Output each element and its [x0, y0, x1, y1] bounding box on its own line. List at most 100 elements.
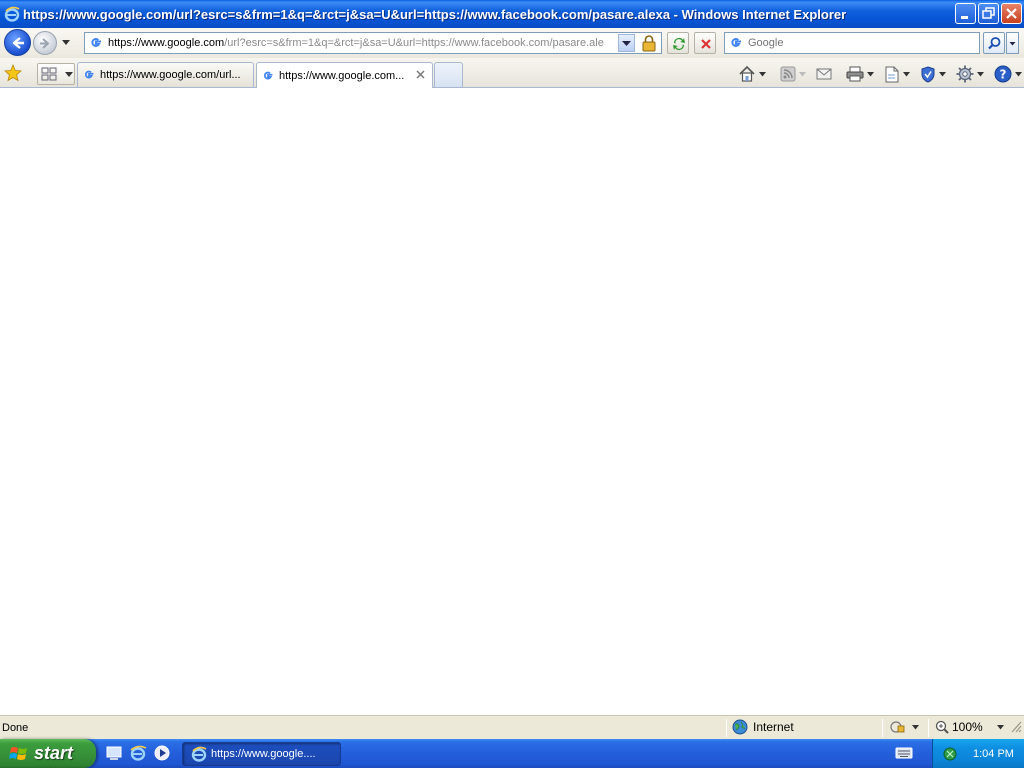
tools-chevron-down-icon[interactable]: [977, 71, 984, 77]
zoom-level: 100%: [952, 720, 983, 734]
lock-icon[interactable]: [638, 34, 660, 52]
home-chevron-down-icon[interactable]: [759, 71, 766, 77]
tab-label: https://www.google.com/url...: [100, 69, 241, 81]
quick-tabs-grid-icon: [41, 67, 57, 81]
ie-logo-icon: [4, 6, 20, 22]
print-button[interactable]: [846, 63, 874, 85]
page-chevron-down-icon[interactable]: [903, 71, 910, 77]
tab-list-chevron-down-icon[interactable]: [65, 72, 73, 78]
page-menu-button[interactable]: [884, 63, 910, 85]
windows-logo-icon: [9, 746, 27, 760]
back-arrow-icon: [12, 37, 24, 49]
search-box[interactable]: [724, 32, 980, 54]
restore-button[interactable]: [978, 3, 999, 24]
close-tab-icon[interactable]: [415, 69, 426, 80]
safety-chevron-down-icon[interactable]: [939, 71, 946, 77]
tab-label: https://www.google.com...: [279, 69, 405, 82]
start-button[interactable]: start: [0, 739, 96, 768]
show-desktop-icon[interactable]: [105, 744, 123, 762]
media-player-icon[interactable]: [153, 744, 171, 762]
read-mail-button[interactable]: [816, 63, 832, 85]
security-zone[interactable]: Internet: [732, 719, 794, 735]
google-search-provider-icon: [731, 38, 741, 47]
url-prefix: https://: [108, 37, 142, 49]
recent-pages-chevron-down-icon[interactable]: [61, 38, 71, 46]
internet-explorer-icon[interactable]: [129, 744, 147, 762]
search-button[interactable]: [983, 32, 1005, 54]
shield-icon: [921, 65, 935, 83]
quick-tabs-button[interactable]: [37, 63, 75, 85]
refresh-button[interactable]: [667, 32, 689, 54]
forward-arrow-icon: [40, 38, 49, 49]
internet-explorer-icon: [191, 746, 207, 762]
back-button[interactable]: [4, 29, 31, 56]
network-tray-icon[interactable]: [943, 746, 959, 762]
forward-button[interactable]: [33, 31, 57, 55]
search-icon: [988, 37, 1001, 50]
google-favicon-icon: [84, 70, 94, 79]
address-url[interactable]: https://www.google.com/url?esrc=s&frm=1&…: [108, 37, 618, 49]
tab-google-redirect-2-active[interactable]: https://www.google.com...: [256, 62, 433, 88]
mail-envelope-icon: [816, 68, 832, 80]
search-options-dropdown[interactable]: [1006, 32, 1019, 54]
new-tab-button[interactable]: [434, 62, 463, 87]
close-window-button[interactable]: [1001, 3, 1022, 24]
taskbar-item-label: https://www.google....: [211, 748, 316, 760]
tab-google-redirect-1[interactable]: https://www.google.com/url...: [77, 62, 254, 87]
help-question-icon: ?: [994, 65, 1012, 83]
globe-icon: [732, 719, 748, 735]
minimize-button[interactable]: [955, 3, 976, 24]
chevron-down-icon: [622, 41, 631, 46]
zoom-control[interactable]: 100%: [935, 720, 1004, 734]
status-divider: [882, 719, 883, 737]
gear-icon: [956, 65, 974, 83]
keyboard-language-icon[interactable]: [895, 747, 913, 759]
minimize-icon: [961, 16, 968, 19]
google-favicon-icon: [263, 71, 273, 79]
resize-grip-icon[interactable]: [1010, 720, 1022, 734]
chevron-down-icon: [1009, 42, 1016, 46]
safety-menu-button[interactable]: [920, 63, 946, 85]
protected-mode-icon: [890, 721, 905, 733]
restore-icon: [982, 7, 995, 19]
tab-bar: https://www.google.com/url... https://ww…: [0, 58, 1024, 88]
help-menu-button[interactable]: ?: [994, 63, 1022, 85]
refresh-icon: [673, 38, 685, 51]
title-bar[interactable]: https://www.google.com/url?esrc=s&frm=1&…: [0, 0, 1024, 28]
favorites-star-icon[interactable]: [4, 64, 22, 82]
system-clock: 1:04 PM: [973, 747, 1014, 760]
taskbar-item-ie-window[interactable]: https://www.google....: [182, 742, 341, 766]
zoom-magnifier-icon: [935, 720, 949, 734]
address-history-dropdown[interactable]: [618, 34, 635, 52]
search-input[interactable]: [748, 37, 968, 49]
page-icon: [885, 66, 899, 82]
page-content-area[interactable]: [0, 88, 1024, 715]
status-divider: [928, 719, 929, 737]
svg-text:?: ?: [1000, 68, 1007, 82]
window-title: https://www.google.com/url?esrc=s&frm=1&…: [23, 6, 847, 22]
stop-icon: [701, 39, 711, 49]
status-bar: Done Internet 100%: [0, 715, 1024, 739]
print-chevron-down-icon[interactable]: [867, 71, 874, 77]
tools-menu-button[interactable]: [956, 63, 984, 85]
feeds-chevron-down-icon[interactable]: [799, 71, 806, 77]
taskbar: start https://www.google.... 1:04 PM: [0, 739, 1024, 768]
home-icon: [739, 65, 755, 82]
rss-feed-icon: [780, 66, 796, 82]
zoom-chevron-down-icon[interactable]: [996, 724, 1004, 730]
navigation-bar: https://www.google.com/url?esrc=s&frm=1&…: [0, 28, 1024, 58]
address-bar[interactable]: https://www.google.com/url?esrc=s&frm=1&…: [84, 32, 662, 54]
close-icon: [1006, 8, 1017, 19]
start-label: start: [34, 743, 74, 763]
protected-mode-indicator[interactable]: [890, 720, 919, 734]
url-domain: www.google.com: [141, 37, 225, 49]
status-text: Done: [2, 722, 29, 734]
google-favicon-icon: [91, 38, 101, 47]
protected-chevron-down-icon[interactable]: [912, 724, 919, 730]
home-button[interactable]: [738, 63, 766, 85]
help-chevron-down-icon[interactable]: [1015, 71, 1022, 77]
feeds-button[interactable]: [780, 63, 806, 85]
system-tray: 1:04 PM: [932, 739, 1024, 768]
zone-label: Internet: [753, 720, 794, 734]
stop-button[interactable]: [694, 32, 716, 54]
